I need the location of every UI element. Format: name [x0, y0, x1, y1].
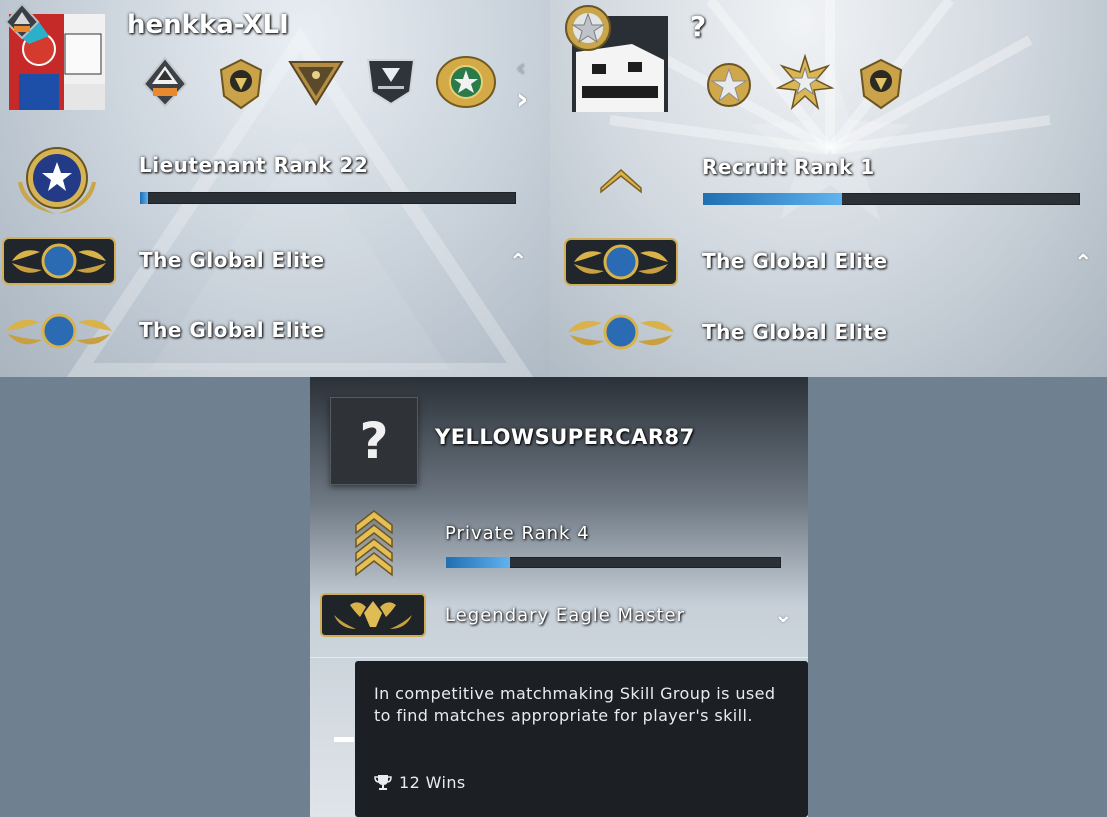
- xp-progress-fill: [703, 193, 843, 205]
- rank-label: Private Rank 4: [445, 523, 590, 544]
- lieutenant-rank-icon: [18, 147, 96, 214]
- chevron-up-icon[interactable]: ⌃: [509, 250, 527, 275]
- username: henkka-XLI: [127, 10, 289, 40]
- trophy-icon: [374, 775, 392, 790]
- xp-progress-bar: [140, 192, 516, 204]
- service-medal-icon[interactable]: [142, 56, 188, 108]
- global-elite-icon: [564, 238, 678, 286]
- service-medal-icon[interactable]: [704, 60, 754, 110]
- profile-card-yellowsupercar: ? YELLOWSUPERCAR87 Private Rank 4 Legend…: [310, 377, 808, 817]
- xp-progress-bar: [703, 193, 1080, 205]
- global-elite-icon: [2, 237, 116, 285]
- operation-coin-icon[interactable]: [856, 56, 906, 112]
- recruit-rank-icon: [600, 168, 642, 194]
- profile-card-henkka: henkka-XLI ‹ › Lieutenant Rank 22 The Gl…: [0, 0, 550, 377]
- divider: [310, 657, 808, 658]
- veteran-medal-icon[interactable]: [434, 52, 498, 112]
- rank-badge-icon: [4, 2, 40, 40]
- operation-coin-icon[interactable]: [216, 56, 266, 112]
- tooltip-text: In competitive matchmaking Skill Group i…: [374, 684, 776, 725]
- global-elite-icon: [568, 314, 674, 350]
- skill-group-label: The Global Elite: [702, 320, 888, 344]
- skill-group-label: The Global Elite: [139, 248, 325, 272]
- avatar-placeholder: ?: [359, 412, 389, 470]
- xp-progress-fill: [446, 557, 510, 568]
- rank-label: Lieutenant Rank 22: [139, 153, 369, 177]
- chevron-up-icon[interactable]: ⌃: [1074, 251, 1092, 276]
- wins-count: 12 Wins: [374, 773, 466, 792]
- tournament-trophy-icon[interactable]: [364, 54, 418, 108]
- rank-label: Recruit Rank 1: [702, 155, 875, 179]
- legendary-eagle-master-icon: [320, 593, 426, 637]
- username: ?: [690, 10, 707, 43]
- skill-group-tooltip: In competitive matchmaking Skill Group i…: [355, 661, 808, 817]
- xp-progress-bar: [446, 557, 781, 568]
- xp-progress-fill: [140, 192, 148, 204]
- avatar[interactable]: ?: [330, 397, 418, 485]
- collapsed-indicator: [334, 737, 354, 742]
- chevron-down-icon[interactable]: ⌄: [774, 603, 792, 628]
- rank-badge-icon: [565, 5, 611, 51]
- wins-label: 12 Wins: [399, 773, 466, 792]
- chevron-left-icon[interactable]: ‹: [516, 54, 526, 82]
- private-rank-icon: [355, 510, 393, 577]
- chevron-right-icon[interactable]: ›: [516, 82, 528, 117]
- service-medal-icon[interactable]: [776, 54, 834, 112]
- tournament-pin-icon[interactable]: [288, 58, 344, 106]
- username: YELLOWSUPERCAR87: [435, 425, 695, 449]
- global-elite-icon: [6, 313, 112, 349]
- skill-group-label: The Global Elite: [702, 249, 888, 273]
- skill-group-label: Legendary Eagle Master: [445, 605, 686, 626]
- profile-card-unknown: ? Recruit Rank 1 The Global Elite ⌃ The …: [550, 0, 1107, 377]
- skill-group-label: The Global Elite: [139, 318, 325, 342]
